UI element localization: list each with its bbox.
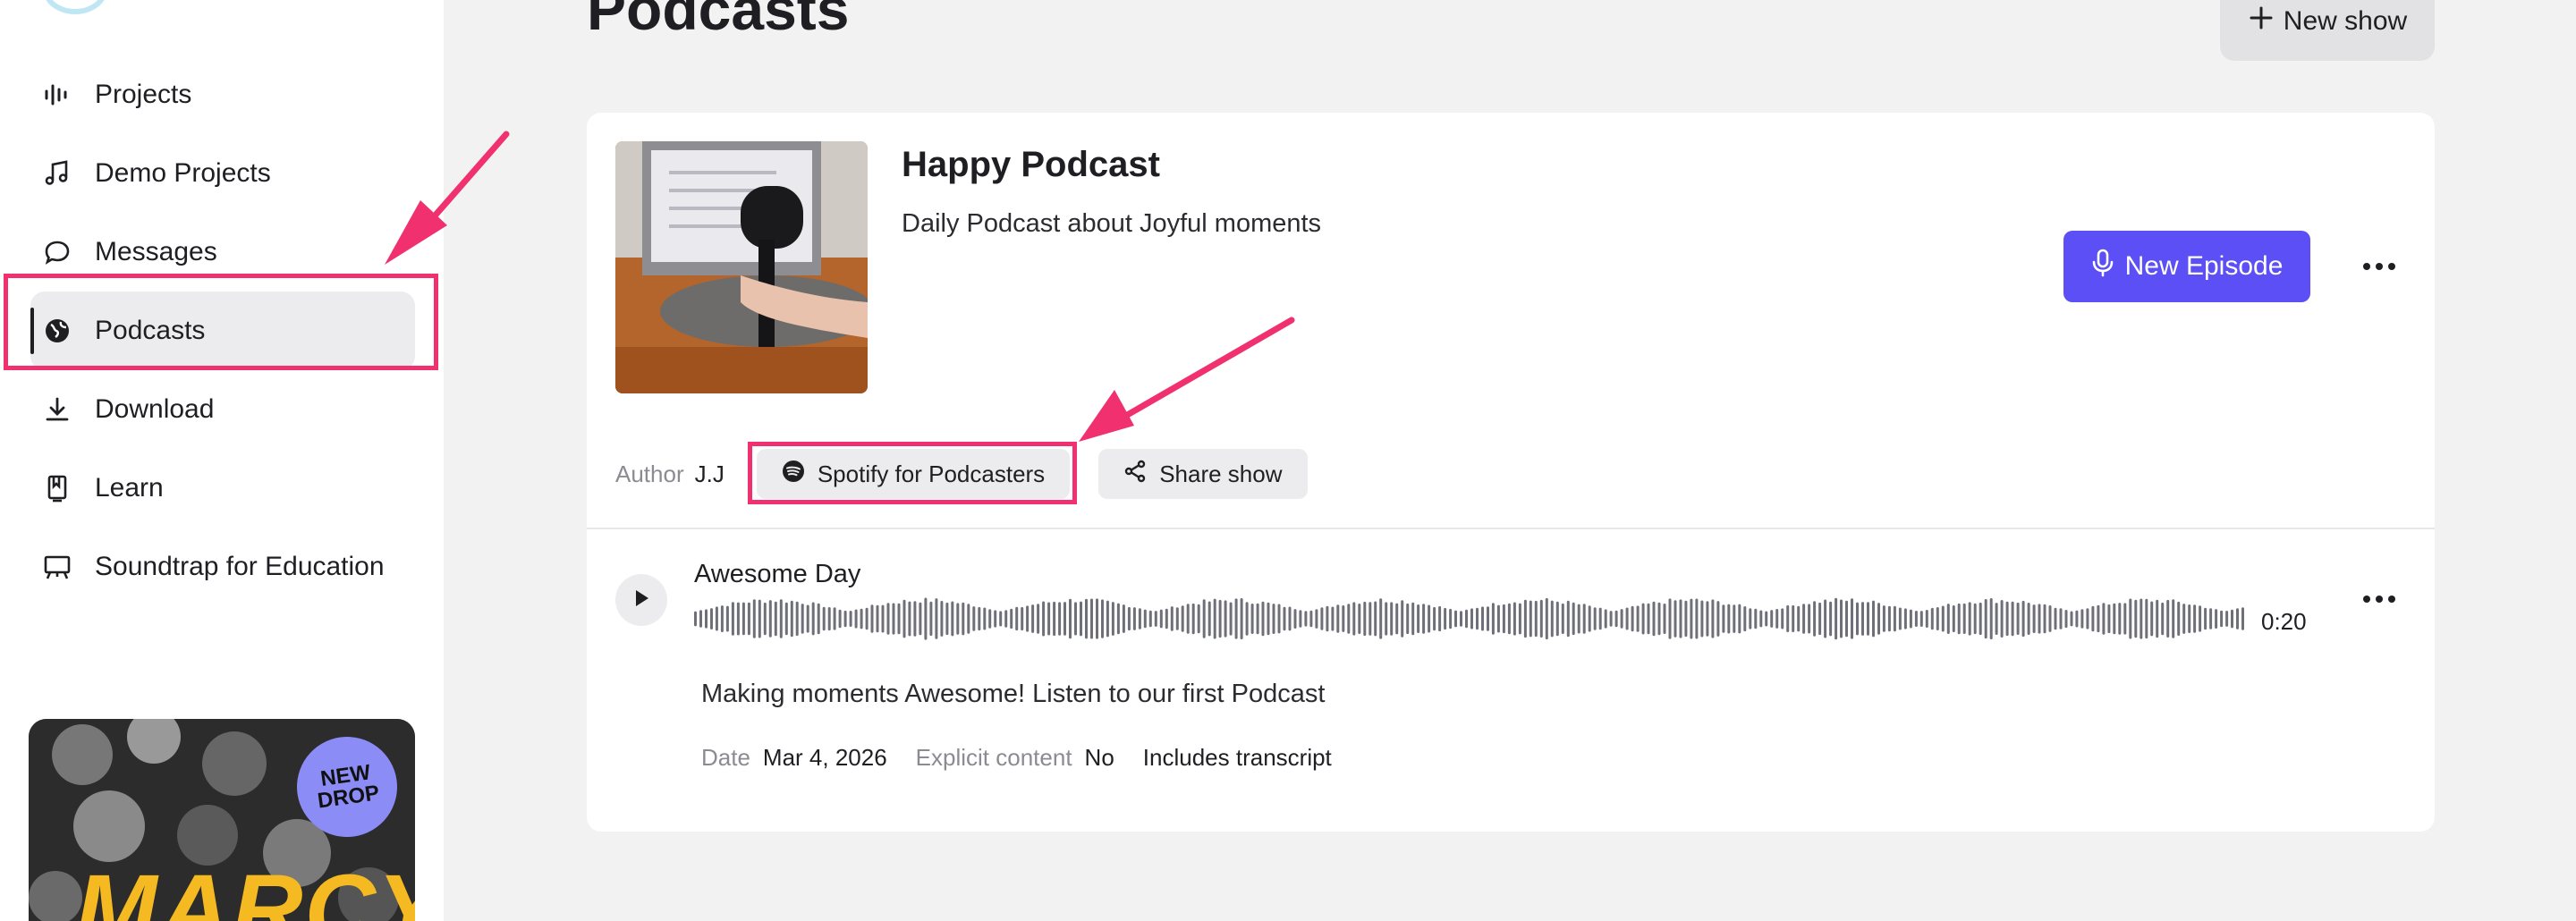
sidebar-item-demo-projects[interactable]: Demo Projects [30, 134, 415, 213]
new-show-button[interactable]: New show [2220, 0, 2435, 61]
new-episode-button[interactable]: New Episode [2063, 231, 2310, 302]
sidebar-item-label: Projects [95, 80, 192, 109]
sidebar: Projects Demo Projects Messages Podcasts… [0, 0, 444, 921]
chat-bubble-icon [41, 236, 73, 268]
date-label: Date [701, 744, 750, 771]
card-divider [587, 528, 2435, 529]
new-episode-label: New Episode [2124, 251, 2284, 281]
presentation-board-icon [41, 551, 73, 583]
sidebar-item-label: Download [95, 394, 215, 424]
episode-more-options-icon[interactable] [2354, 581, 2404, 617]
sidebar-item-download[interactable]: Download [30, 370, 415, 449]
new-show-label: New show [2283, 6, 2408, 36]
explicit-value: No [1084, 744, 1114, 771]
episode-meta-row: Date Mar 4, 2026 Explicit content No Inc… [701, 744, 1360, 772]
episode-title: Awesome Day [694, 560, 861, 588]
play-episode-button[interactable] [615, 574, 667, 626]
download-icon [41, 393, 73, 426]
plus-icon [2248, 4, 2275, 38]
music-note-icon [41, 157, 73, 190]
episode-waveform[interactable] [694, 596, 2247, 642]
episode-duration: 0:20 [2261, 608, 2307, 635]
transcript-label: Includes transcript [1142, 744, 1332, 771]
promo-word: MARCY [75, 855, 415, 921]
sidebar-item-learn[interactable]: Learn [30, 449, 415, 528]
episode-description: Making moments Awesome! Listen to our fi… [701, 680, 1326, 708]
sidebar-item-soundtrap-education[interactable]: Soundtrap for Education [30, 528, 415, 606]
author-value: J.J [694, 460, 724, 487]
sidebar-item-label: Soundtrap for Education [95, 552, 385, 581]
promo-banner[interactable]: NEW DROP MARCY [29, 719, 415, 921]
waveform-icon [41, 79, 73, 111]
play-icon [632, 588, 650, 613]
badge-line: DROP [316, 781, 381, 814]
sidebar-item-label: Demo Projects [95, 158, 271, 188]
date-value: Mar 4, 2026 [762, 744, 887, 771]
annotation-highlight-spotify [748, 442, 1077, 504]
show-cover-image[interactable] [615, 141, 868, 393]
sidebar-item-projects[interactable]: Projects [30, 55, 415, 134]
page-title: Podcasts [587, 0, 850, 42]
sidebar-item-label: Messages [95, 237, 217, 266]
app-logo[interactable] [43, 0, 107, 14]
show-description: Daily Podcast about Joyful moments [902, 209, 1322, 238]
explicit-label: Explicit content [915, 744, 1072, 771]
sidebar-item-label: Learn [95, 473, 164, 503]
share-label: Share show [1159, 460, 1283, 487]
author-label: Author [615, 460, 684, 487]
microphone-icon [2091, 249, 2114, 284]
annotation-highlight-podcasts [4, 274, 438, 370]
share-icon [1123, 460, 1147, 489]
bookmark-icon [41, 472, 73, 504]
show-more-options-icon[interactable] [2354, 249, 2404, 284]
share-show-button[interactable]: Share show [1098, 449, 1308, 499]
show-title: Happy Podcast [902, 145, 1160, 184]
